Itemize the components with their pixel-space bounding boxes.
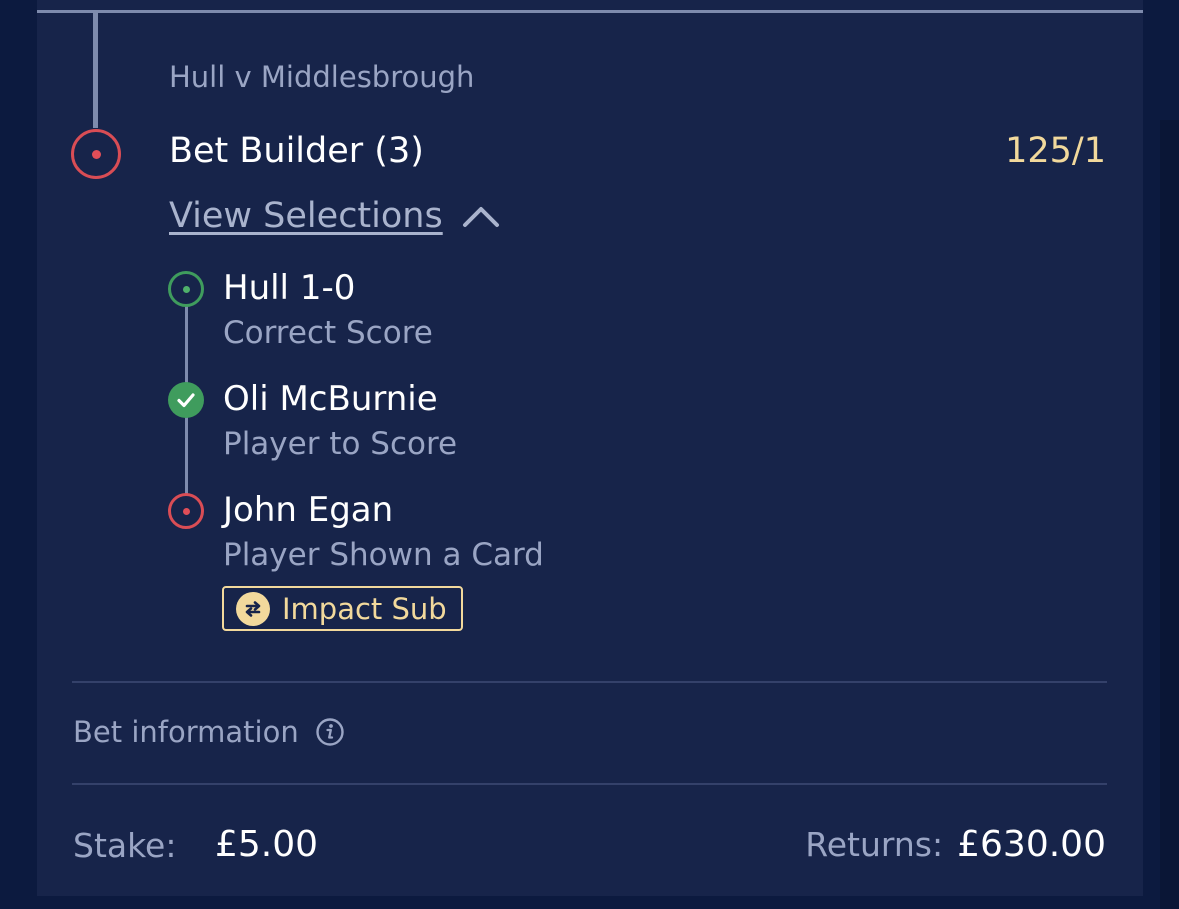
returns: Returns: £630.00	[805, 824, 1106, 865]
impact-sub-badge: Impact Sub	[222, 586, 463, 631]
bet-timeline-line	[93, 13, 98, 128]
info-icon[interactable]	[315, 717, 345, 747]
swap-arrows-icon	[236, 591, 270, 626]
section-divider	[72, 681, 1107, 683]
stake-value: £5.00	[215, 824, 319, 865]
bet-type-title: Bet Builder (3)	[169, 131, 424, 171]
returns-value: £630.00	[957, 824, 1106, 865]
card-top-divider	[37, 10, 1143, 13]
match-title: Hull v Middlesbrough	[169, 60, 475, 94]
selection-connector	[185, 306, 188, 384]
stake-label: Stake:	[73, 826, 177, 865]
side-shadow	[1160, 120, 1179, 909]
bet-information-row[interactable]: Bet information	[73, 715, 345, 749]
selection-name: Oli McBurnie	[223, 379, 438, 419]
view-selections-toggle[interactable]: View Selections	[169, 196, 501, 236]
bet-information-label: Bet information	[73, 715, 299, 749]
selection-market: Correct Score	[223, 315, 433, 351]
selection-name: Hull 1-0	[223, 268, 356, 308]
page: Hull v Middlesbrough Bet Builder (3) 125…	[0, 0, 1179, 909]
lost-ring-icon	[168, 493, 204, 529]
section-divider	[72, 783, 1107, 785]
chevron-up-icon[interactable]	[461, 204, 501, 228]
check-icon	[168, 382, 204, 418]
bet-odds: 125/1	[1005, 131, 1106, 171]
bet-card: Hull v Middlesbrough Bet Builder (3) 125…	[37, 0, 1143, 896]
selection-name: John Egan	[223, 490, 394, 530]
selection-market: Player Shown a Card	[223, 537, 544, 573]
pending-ring-icon	[168, 271, 204, 307]
view-selections-link[interactable]: View Selections	[169, 196, 443, 236]
returns-label: Returns:	[805, 825, 944, 864]
selection-market: Player to Score	[223, 426, 458, 462]
lost-ring-icon	[71, 129, 121, 179]
impact-sub-label: Impact Sub	[282, 591, 447, 626]
selection-connector	[185, 417, 188, 494]
